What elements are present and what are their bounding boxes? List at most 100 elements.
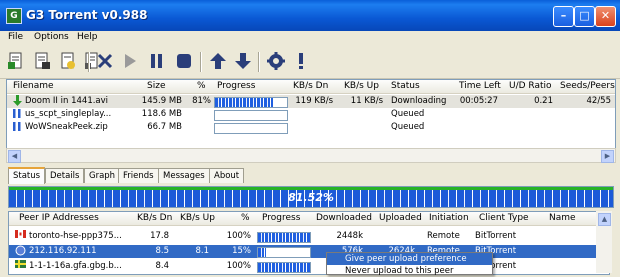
- torrent-list-header: Filename Size % Progress KB/s Dn KB/s Up…: [7, 80, 615, 94]
- torrent-size: 145.9 MB: [141, 96, 182, 106]
- peer-kbs-dn: 8.5: [155, 246, 169, 256]
- tab-status[interactable]: Status: [8, 167, 46, 184]
- peer-progress-fill: [258, 263, 310, 272]
- menu-bar: File Options Help: [0, 31, 620, 46]
- torrent-status: Queued: [391, 109, 425, 119]
- sweden-flag-icon: [15, 260, 27, 273]
- peer-vertical-scrollbar[interactable]: ▲: [596, 211, 612, 273]
- torrent-time-left: 00:05:27: [459, 96, 498, 106]
- maximize-button[interactable]: □: [574, 6, 595, 27]
- col-peer-uploaded[interactable]: Uploaded: [379, 212, 422, 225]
- pause-icon[interactable]: [147, 51, 167, 71]
- peer-progress-bar: [257, 232, 311, 243]
- app-icon[interactable]: G: [6, 8, 22, 24]
- peer-context-menu: Give peer upload preference Never upload…: [326, 252, 493, 277]
- peer-progress-bar: [257, 262, 311, 273]
- new-torrent-icon[interactable]: [58, 51, 78, 71]
- peer-progress-bar: [257, 247, 311, 258]
- col-peer-ip[interactable]: Peer IP Addresses: [19, 212, 99, 225]
- overall-progress-bar: 81.52%: [8, 186, 614, 208]
- tab-about[interactable]: About: [209, 168, 245, 183]
- menu-options[interactable]: Options: [34, 32, 69, 42]
- info-icon[interactable]: [291, 51, 311, 71]
- torrent-filename: WoWSneakPeek.zip: [25, 122, 108, 132]
- move-up-icon[interactable]: [208, 51, 228, 71]
- torrent-filename: us_scpt_singleplay...: [25, 109, 112, 119]
- peer-kbs-dn: 17.8: [150, 231, 169, 241]
- peer-percent: 100%: [226, 231, 251, 241]
- queued-icon: [13, 121, 23, 134]
- col-peer-downloaded[interactable]: Downloaded: [316, 212, 372, 225]
- col-percent[interactable]: %: [197, 80, 206, 93]
- menu-give-upload-preference[interactable]: Give peer upload preference: [327, 253, 492, 265]
- start-icon[interactable]: [120, 51, 140, 71]
- peer-row[interactable]: toronto-hse-ppp375... 17.8 100% 2448k Re…: [9, 230, 609, 243]
- torrent-size: 66.7 MB: [147, 122, 182, 132]
- tab-friends[interactable]: Friends: [118, 168, 159, 183]
- canada-flag-icon: [15, 230, 27, 243]
- col-peer-initiation[interactable]: Initiation: [429, 212, 469, 225]
- peer-client: BitTorrent: [475, 231, 517, 241]
- col-time-left[interactable]: Time Left: [459, 80, 501, 93]
- stop-icon[interactable]: [174, 51, 194, 71]
- col-kbs-up[interactable]: KB/s Up: [344, 80, 379, 93]
- overall-percent: 81.52%: [288, 191, 334, 204]
- move-down-icon[interactable]: [233, 51, 253, 71]
- peer-ip: 212.116.92.111: [29, 246, 97, 256]
- col-size[interactable]: Size: [147, 80, 165, 93]
- torrent-list[interactable]: Filename Size % Progress KB/s Dn KB/s Up…: [6, 79, 616, 149]
- peer-kbs-up: 8.1: [195, 246, 209, 256]
- detail-tabs: Status Details Graph Friends Messages Ab…: [8, 167, 614, 184]
- torrent-ratio: 0.21: [534, 96, 553, 106]
- scroll-up-icon[interactable]: ▲: [598, 213, 611, 226]
- scroll-left-icon[interactable]: ◀: [8, 150, 21, 163]
- torrent-progress-bar: [214, 97, 288, 108]
- col-filename[interactable]: Filename: [13, 80, 54, 93]
- overall-progress-green: [9, 187, 613, 190]
- horizontal-scrollbar[interactable]: ◀ ▶: [6, 148, 616, 163]
- peer-kbs-up: [169, 230, 209, 243]
- col-seeds-peers[interactable]: Seeds/Peers: [560, 80, 615, 93]
- col-progress[interactable]: Progress: [217, 80, 255, 93]
- menu-file[interactable]: File: [8, 32, 23, 42]
- settings-icon[interactable]: [266, 51, 286, 71]
- minimize-button[interactable]: –: [553, 6, 574, 27]
- tab-messages[interactable]: Messages: [158, 168, 210, 183]
- peer-row[interactable]: 1-1-1-16a.gfa.gbg.b... 8.4 100% BitTorre…: [9, 260, 609, 273]
- tab-graph[interactable]: Graph: [84, 168, 121, 183]
- open-file-icon[interactable]: [32, 51, 52, 71]
- peer-list[interactable]: Peer IP Addresses KB/s Dn KB/s Up % Prog…: [8, 211, 610, 275]
- tab-details[interactable]: Details: [45, 168, 85, 183]
- col-peer-name[interactable]: Name: [549, 212, 576, 225]
- torrent-percent: 81%: [192, 96, 211, 106]
- add-torrent-icon[interactable]: [6, 51, 26, 71]
- peer-ip: 1-1-1-16a.gfa.gbg.b...: [29, 261, 122, 271]
- col-peer-progress[interactable]: Progress: [262, 212, 300, 225]
- peer-ip: toronto-hse-ppp375...: [29, 231, 122, 241]
- col-status[interactable]: Status: [391, 80, 420, 93]
- remove-icon[interactable]: [95, 51, 115, 71]
- close-button[interactable]: ✕: [595, 6, 616, 27]
- col-kbs-dn[interactable]: KB/s Dn: [293, 80, 328, 93]
- peer-list-header: Peer IP Addresses KB/s Dn KB/s Up % Prog…: [9, 212, 609, 226]
- torrent-row[interactable]: Doom II in 1441.avi 145.9 MB 81% 119 KB/…: [7, 95, 615, 108]
- menu-help[interactable]: Help: [77, 32, 98, 42]
- peer-row-selected[interactable]: 212.116.92.111 8.5 8.1 15% 576k 2624k Re…: [9, 245, 609, 258]
- queued-icon: [13, 108, 23, 121]
- torrent-row[interactable]: WoWSneakPeek.zip 66.7 MB Queued: [7, 121, 615, 134]
- col-peer-client[interactable]: Client Type: [479, 212, 529, 225]
- col-peer-kbs-up[interactable]: KB/s Up: [180, 212, 215, 225]
- torrent-kbs-dn: 119 KB/s: [295, 96, 333, 106]
- torrent-kbs-up: 11 KB/s: [350, 96, 383, 106]
- menu-never-upload[interactable]: Never upload to this peer: [327, 265, 492, 277]
- download-arrow-icon: [13, 95, 23, 108]
- toolbar: [0, 46, 620, 79]
- col-ud-ratio[interactable]: U/D Ratio: [509, 80, 552, 93]
- peer-percent: 15%: [232, 246, 251, 256]
- scroll-right-icon[interactable]: ▶: [601, 150, 614, 163]
- torrent-row[interactable]: us_scpt_singleplay... 118.6 MB Queued: [7, 108, 615, 121]
- col-peer-percent[interactable]: %: [241, 212, 250, 225]
- col-peer-kbs-dn[interactable]: KB/s Dn: [137, 212, 172, 225]
- peer-uploaded: [365, 230, 415, 243]
- globe-icon: [15, 245, 27, 258]
